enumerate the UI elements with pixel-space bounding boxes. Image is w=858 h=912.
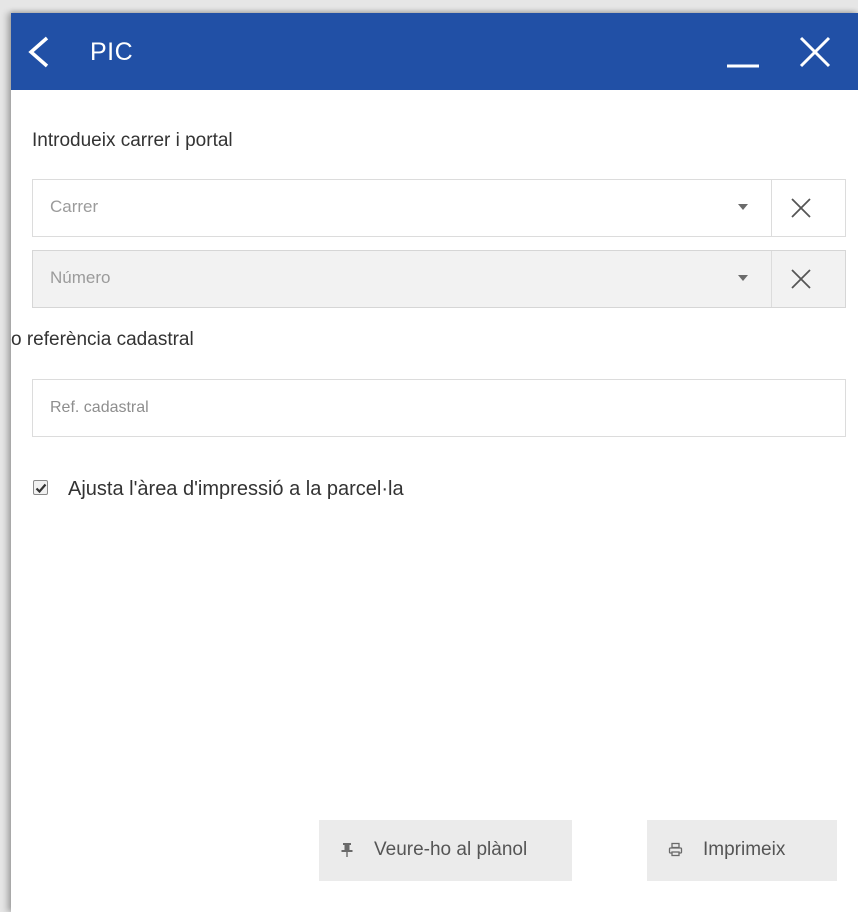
print-label: Imprimeix (703, 839, 786, 860)
chevron-left-icon (28, 36, 49, 68)
pin-icon (341, 843, 353, 857)
cadastral-section-label: o referència cadastral (11, 329, 194, 350)
close-button[interactable] (795, 32, 835, 72)
pic-panel: PIC Introdueix carrer i portal Carrer Nú… (11, 13, 858, 912)
close-icon (791, 269, 811, 289)
panel-title: PIC (90, 38, 134, 66)
fit-print-area-label: Ajusta l'àrea d'impressió a la parcel·la (68, 478, 404, 500)
close-icon (791, 198, 811, 218)
show-on-map-button[interactable]: Veure-ho al plànol (319, 820, 572, 881)
street-dropdown[interactable]: Carrer (33, 180, 772, 236)
close-icon (799, 36, 831, 68)
street-section-label: Introdueix carrer i portal (32, 130, 233, 151)
caret-down-icon (738, 204, 748, 210)
checkmark-icon (35, 483, 47, 494)
print-button[interactable]: Imprimeix (647, 820, 837, 881)
fit-print-area-checkbox[interactable] (33, 480, 48, 495)
number-select[interactable]: Número (32, 250, 846, 308)
printer-icon (668, 842, 683, 857)
caret-down-icon (738, 275, 748, 281)
number-placeholder: Número (50, 268, 111, 287)
minimize-button[interactable] (723, 33, 763, 73)
number-dropdown[interactable]: Número (33, 251, 772, 307)
street-placeholder: Carrer (50, 197, 99, 216)
cadastral-reference-input[interactable] (32, 379, 846, 437)
back-button[interactable] (21, 32, 57, 72)
minimize-icon (727, 64, 759, 68)
panel-header: PIC (11, 13, 858, 90)
street-select[interactable]: Carrer (32, 179, 846, 237)
clear-number-button[interactable] (783, 261, 819, 297)
clear-street-button[interactable] (783, 190, 819, 226)
show-on-map-label: Veure-ho al plànol (374, 839, 528, 860)
